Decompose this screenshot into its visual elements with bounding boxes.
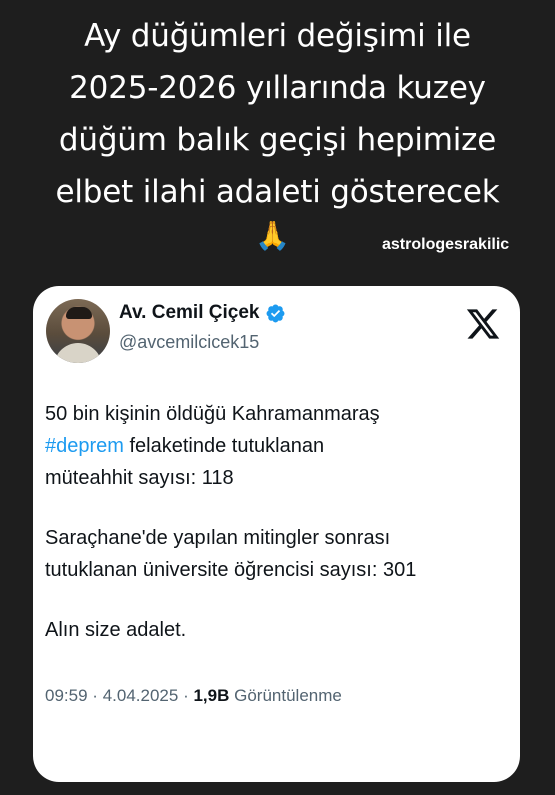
tweet-line: #deprem felaketinde tutuklanan bbox=[45, 430, 507, 462]
avatar-shirt bbox=[54, 343, 102, 363]
caption-line: 2025-2026 yıllarında kuzey bbox=[69, 70, 486, 106]
caption-line: düğüm balık geçişi hepimize bbox=[58, 122, 497, 158]
hashtag-link[interactable]: #deprem bbox=[45, 435, 124, 457]
verified-badge-icon bbox=[266, 304, 285, 322]
tweet-line-rest: felaketinde tutuklanan bbox=[123, 435, 325, 457]
tweet-date[interactable]: 4.04.2025 bbox=[103, 686, 179, 705]
meta-separator: · bbox=[183, 686, 189, 705]
author-name[interactable]: Av. Cemil Çiçek bbox=[119, 302, 259, 324]
view-count: 1,9B bbox=[193, 686, 230, 705]
watermark: astrologesrakilic bbox=[382, 236, 510, 253]
tweet-line: Saraçhane'de yapılan mitingler sonrası bbox=[45, 527, 391, 549]
tweet-line: 50 bin kişinin öldüğü Kahramanmaraş bbox=[45, 403, 380, 425]
tweet-paragraph: Saraçhane'de yapılan mitingler sonrası t… bbox=[45, 522, 507, 586]
caption-line: elbet ilahi adaleti gösterecek bbox=[55, 174, 500, 210]
tweet-paragraph: Alın size adalet. bbox=[45, 614, 507, 646]
author-handle[interactable]: @avcemilcicek15 bbox=[119, 332, 259, 353]
tweet-time[interactable]: 09:59 bbox=[45, 686, 88, 705]
tweet-paragraph: 50 bin kişinin öldüğü Kahramanmaraş #dep… bbox=[45, 398, 507, 494]
caption-line: Ay düğümleri değişimi ile bbox=[84, 18, 471, 54]
tweet-line: müteahhit sayısı: 118 bbox=[45, 467, 234, 489]
tweet-line: tutuklanan üniversite öğrencisi sayısı: … bbox=[45, 559, 417, 581]
caption: Ay düğümleri değişimi ile 2025-2026 yıll… bbox=[0, 10, 555, 218]
author-row: Av. Cemil Çiçek bbox=[119, 302, 286, 324]
folded-hands-emoji: 🙏 bbox=[255, 219, 290, 252]
x-logo-icon[interactable] bbox=[465, 306, 501, 342]
avatar[interactable] bbox=[46, 299, 110, 363]
tweet-card[interactable]: Av. Cemil Çiçek @avcemilcicek15 50 bin k… bbox=[33, 286, 520, 782]
tweet-text: 50 bin kişinin öldüğü Kahramanmaraş #dep… bbox=[45, 398, 507, 674]
tweet-line: Alın size adalet. bbox=[45, 619, 187, 641]
meta-separator: · bbox=[92, 686, 98, 705]
views-label: Görüntülenme bbox=[234, 686, 342, 705]
tweet-meta: 09:59 · 4.04.2025 · 1,9B Görüntülenme bbox=[45, 686, 342, 706]
avatar-hair bbox=[66, 307, 92, 319]
